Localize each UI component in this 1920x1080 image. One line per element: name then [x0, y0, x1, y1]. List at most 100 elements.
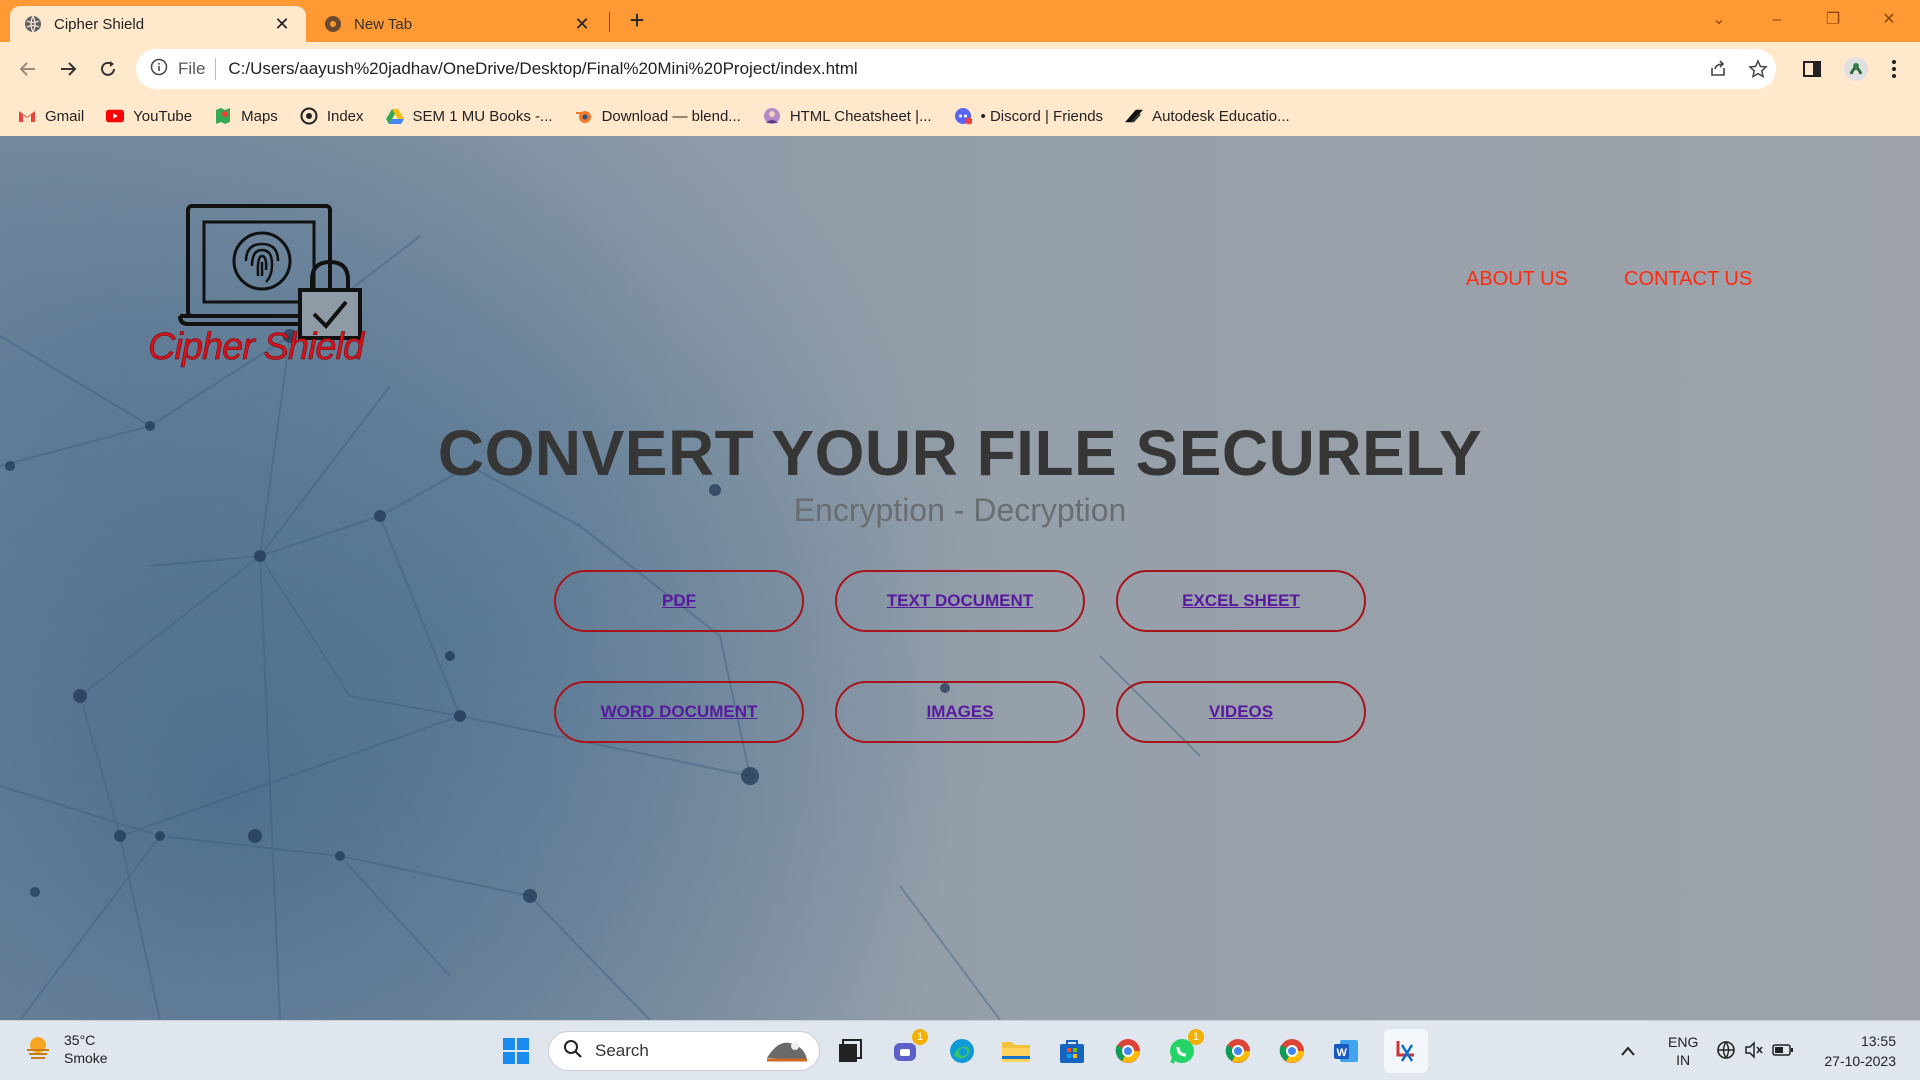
taskbar-search-input[interactable]: Search	[548, 1031, 820, 1071]
maps-icon	[214, 107, 232, 125]
word-document-button[interactable]: WORD DOCUMENT	[554, 681, 804, 743]
word-icon[interactable]: W	[1328, 1033, 1364, 1069]
clock-date: 27-10-2023	[1824, 1053, 1896, 1069]
teams-badge: 1	[912, 1029, 928, 1045]
bookmark-sem1-books[interactable]: SEM 1 MU Books -...	[385, 107, 553, 125]
share-icon[interactable]	[1704, 55, 1732, 83]
page-subtitle: Encryption - Decryption	[793, 492, 1127, 528]
weather-condition: Smoke	[64, 1050, 108, 1066]
menu-kebab-icon[interactable]	[1880, 55, 1908, 83]
discord-icon	[954, 107, 972, 125]
youtube-icon	[106, 107, 125, 125]
close-tab-icon[interactable]: ✕	[572, 14, 592, 35]
bookmark-youtube[interactable]: YouTube	[106, 107, 192, 125]
restore-icon[interactable]: ❐	[1818, 6, 1848, 34]
system-tray: ENG IN	[1620, 1031, 1794, 1071]
search-placeholder: Search	[595, 1041, 649, 1060]
language-indicator[interactable]: ENG IN	[1668, 1033, 1698, 1069]
file-explorer-icon[interactable]	[998, 1033, 1034, 1069]
nav-contact-us-link[interactable]: CONTACT US	[1624, 268, 1752, 291]
bookmark-autodesk[interactable]: Autodesk Educatio...	[1125, 107, 1290, 125]
chrome-icon	[324, 15, 342, 33]
chevron-up-icon[interactable]	[1620, 1043, 1636, 1059]
tab-title: Cipher Shield	[54, 15, 145, 33]
bookmark-label: Gmail	[45, 107, 85, 125]
bookmark-label: HTML Cheatsheet |...	[789, 107, 932, 125]
bookmark-label: Maps	[241, 107, 278, 125]
tab-search-chevron-icon[interactable]: ⌄	[1704, 6, 1734, 34]
clock-time: 13:55	[1860, 1033, 1896, 1049]
reload-icon[interactable]	[94, 55, 122, 83]
chrome-profile-1-icon[interactable]	[1110, 1033, 1146, 1069]
gmail-icon	[18, 107, 36, 125]
close-window-icon[interactable]: ✕	[1874, 6, 1904, 34]
microsoft-store-icon[interactable]	[1054, 1033, 1090, 1069]
side-panel-icon[interactable]	[1798, 55, 1826, 83]
weather-temperature: 35°C	[64, 1032, 96, 1048]
globe-icon	[24, 15, 42, 33]
bookmark-blender-download[interactable]: Download — blend...	[575, 107, 741, 125]
bookmark-html-cheatsheet[interactable]: HTML Cheatsheet |...	[763, 107, 932, 125]
windows-start-icon[interactable]	[498, 1033, 534, 1069]
snipping-tool-icon[interactable]	[1384, 1029, 1428, 1073]
chrome-profile-3-icon[interactable]	[1274, 1033, 1310, 1069]
bookmark-label: Download — blend...	[601, 107, 741, 125]
info-icon[interactable]	[150, 58, 168, 81]
tab-new-tab[interactable]: New Tab ✕	[310, 6, 606, 42]
speaker-muted-icon[interactable]	[1744, 1040, 1764, 1063]
scheme-label: File	[178, 59, 206, 78]
bookmark-index[interactable]: Index	[300, 107, 364, 125]
forward-arrow-icon[interactable]	[54, 55, 82, 83]
search-icon	[563, 1039, 583, 1064]
videos-button[interactable]: VIDEOS	[1116, 681, 1366, 743]
address-bar[interactable]: File C:/Users/aayush%20jadhav/OneDrive/D…	[136, 49, 1776, 89]
bookmark-maps[interactable]: Maps	[214, 107, 278, 125]
network-globe-icon[interactable]	[1716, 1040, 1736, 1063]
chrome-profile-2-icon[interactable]	[1220, 1033, 1256, 1069]
battery-icon[interactable]	[1772, 1043, 1794, 1060]
bookmark-label: SEM 1 MU Books -...	[412, 107, 553, 125]
excel-sheet-button[interactable]: EXCEL SHEET	[1116, 570, 1366, 632]
tab-divider	[609, 12, 610, 32]
nav-about-us-link[interactable]: ABOUT US	[1466, 268, 1568, 291]
url-text[interactable]: C:/Users/aayush%20jadhav/OneDrive/Deskto…	[228, 59, 857, 79]
minimize-icon[interactable]: –	[1762, 6, 1792, 34]
tab-cipher-shield[interactable]: Cipher Shield ✕	[10, 6, 306, 42]
autodesk-icon	[1125, 107, 1144, 125]
haze-sun-icon	[24, 1033, 52, 1066]
blender-icon	[575, 107, 593, 125]
bookmark-gmail[interactable]: Gmail	[18, 107, 84, 125]
bookmarks-bar: Gmail YouTube Maps Index SEM 1 MU Books …	[0, 96, 1920, 136]
bookmark-label: Autodesk Educatio...	[1152, 107, 1290, 125]
pdf-button[interactable]: PDF	[554, 570, 804, 632]
brand-logo-text: Cipher Shield	[148, 326, 365, 369]
region-code: IN	[1676, 1052, 1691, 1068]
language-code: ENG	[1668, 1034, 1699, 1050]
drive-icon	[385, 107, 404, 125]
bookmark-star-icon[interactable]	[1744, 55, 1772, 83]
browser-tab-strip: Cipher Shield ✕ New Tab ✕ + ⌄ – ❐ ✕	[0, 0, 1920, 42]
bookmark-label: • Discord | Friends	[980, 107, 1104, 125]
task-view-icon[interactable]	[832, 1033, 868, 1069]
close-tab-icon[interactable]: ✕	[272, 14, 292, 35]
profile-avatar-icon[interactable]	[1842, 55, 1870, 83]
whatsapp-icon[interactable]: 1	[1164, 1029, 1204, 1069]
whatsapp-badge: 1	[1188, 1029, 1204, 1045]
bookmark-label: Index	[326, 107, 364, 125]
text-document-button[interactable]: TEXT DOCUMENT	[835, 570, 1085, 632]
bookmark-discord[interactable]: • Discord | Friends	[954, 107, 1104, 125]
edge-browser-icon[interactable]	[944, 1033, 980, 1069]
teams-chat-icon[interactable]: 1	[888, 1029, 928, 1069]
svg-text:W: W	[1337, 1047, 1348, 1059]
browser-toolbar: File C:/Users/aayush%20jadhav/OneDrive/D…	[0, 42, 1920, 96]
back-arrow-icon[interactable]	[14, 55, 42, 83]
tab-title: New Tab	[354, 15, 413, 33]
new-tab-button[interactable]: +	[624, 7, 650, 34]
address-divider	[215, 58, 217, 80]
taskbar-clock[interactable]: 13:55 27-10-2023	[1806, 1031, 1896, 1071]
index-icon	[300, 107, 318, 125]
weather-widget[interactable]: 35°C Smoke	[24, 1031, 108, 1067]
images-button[interactable]: IMAGES	[835, 681, 1085, 743]
page-viewport: Cipher Shield ABOUT US CONTACT US CONVER…	[0, 136, 1920, 1020]
search-highlight-icon	[763, 1034, 811, 1069]
